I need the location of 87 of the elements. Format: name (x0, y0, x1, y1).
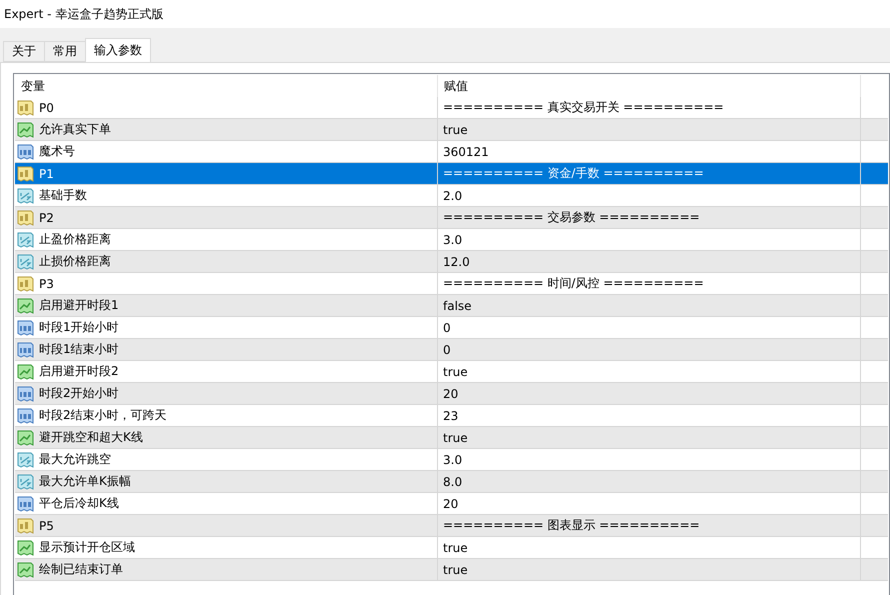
parameter-value: ========== 资金/手数 ========== (443, 165, 704, 182)
parameter-name: 时段2结束小时，可跨天 (39, 407, 167, 424)
parameter-name: 启用避开时段1 (39, 297, 119, 314)
table-row[interactable]: 魔术号 360121 (15, 141, 888, 163)
parameter-name: P2 (39, 210, 54, 224)
tab[interactable]: 关于 (3, 41, 45, 62)
parameter-name: P3 (39, 276, 54, 290)
parameter-name: 时段1结束小时 (39, 341, 119, 358)
parameter-name: 基础手数 (39, 187, 87, 204)
chart-type-icon (17, 364, 34, 380)
parameter-value: ========== 时间/风控 ========== (443, 275, 704, 292)
parameter-value: true (443, 562, 468, 576)
parameter-value: true (443, 430, 468, 444)
table-row[interactable]: 启用避开时段2 true (15, 361, 888, 383)
parameter-value: 3.0 (443, 232, 462, 246)
fraction-type-icon (17, 188, 34, 204)
parameter-name: 时段2开始小时 (39, 385, 119, 402)
parameter-value: 12.0 (443, 254, 470, 268)
table-row[interactable]: 显示预计开仓区域 true (15, 537, 888, 559)
chart-type-icon (17, 430, 34, 446)
table-row[interactable]: P3 ========== 时间/风控 ========== (15, 273, 888, 295)
chart-type-icon (17, 540, 34, 556)
fraction-type-icon (17, 232, 34, 248)
table-row[interactable]: 最大允许单K振幅 8.0 (15, 471, 888, 493)
parameter-value: ========== 交易参数 ========== (443, 209, 700, 226)
table-row[interactable]: 允许真实下单 true (15, 119, 888, 141)
parameter-name: 绘制已结束订单 (39, 561, 123, 578)
number-type-icon (17, 496, 34, 512)
parameter-name: P0 (39, 100, 54, 114)
parameter-value: 20 (443, 496, 458, 510)
parameter-value: 360121 (443, 144, 489, 158)
number-type-icon (17, 408, 34, 424)
number-type-icon (17, 144, 34, 160)
parameter-name: 时段1开始小时 (39, 319, 119, 336)
parameter-value: 2.0 (443, 188, 462, 202)
parameter-value: 3.0 (443, 452, 462, 466)
parameter-value: 8.0 (443, 474, 462, 488)
parameter-name: 最大允许单K振幅 (39, 473, 131, 490)
parameter-name: 启用避开时段2 (39, 363, 119, 380)
parameter-name: 显示预计开仓区域 (39, 539, 135, 556)
parameter-name: 允许真实下单 (39, 121, 111, 138)
fraction-type-icon (17, 254, 34, 270)
parameter-name: P5 (39, 518, 54, 532)
table-row[interactable]: 时段1结束小时 0 (15, 339, 888, 361)
fraction-type-icon (17, 474, 34, 490)
table-row[interactable]: 止盈价格距离 3.0 (15, 229, 888, 251)
parameter-value: 23 (443, 408, 458, 422)
window-title: Expert - 幸运盒子趋势正式版 (4, 6, 164, 22)
parameter-value: 20 (443, 386, 458, 400)
fraction-type-icon (17, 452, 34, 468)
table-row[interactable]: 启用避开时段1 false (15, 295, 888, 317)
parameter-name: 避开跳空和超大K线 (39, 429, 143, 446)
table-row[interactable]: P2 ========== 交易参数 ========== (15, 207, 888, 229)
number-type-icon (17, 320, 34, 336)
parameter-value: 0 (443, 320, 451, 334)
number-type-icon (17, 386, 34, 402)
chart-type-icon (17, 298, 34, 314)
chart-type-icon (17, 562, 34, 578)
parameter-value: true (443, 540, 468, 554)
tab[interactable]: 常用 (44, 41, 86, 62)
chart-type-icon (17, 122, 34, 138)
table-row[interactable]: 时段2结束小时，可跨天 23 (15, 405, 888, 427)
table-row[interactable]: 基础手数 2.0 (15, 185, 888, 207)
parameter-name: 平仓后冷却K线 (39, 495, 119, 512)
parameter-name: 魔术号 (39, 143, 75, 160)
parameter-name: 止盈价格距离 (39, 231, 111, 248)
parameter-value: 0 (443, 342, 451, 356)
table-row[interactable]: P1 ========== 资金/手数 ========== (15, 163, 888, 185)
table-row[interactable]: 止损价格距离 12.0 (15, 251, 888, 273)
table-row[interactable]: P5 ========== 图表显示 ========== (15, 515, 888, 537)
parameter-name: 最大允许跳空 (39, 451, 111, 468)
parameter-name: P1 (39, 166, 54, 180)
table-row[interactable]: 平仓后冷却K线 20 (15, 493, 888, 515)
table-row[interactable]: 绘制已结束订单 true (15, 559, 888, 581)
table-row[interactable]: P0 ========== 真实交易开关 ========== (15, 97, 888, 119)
table-row[interactable]: 时段2开始小时 20 (15, 383, 888, 405)
parameter-value: ========== 真实交易开关 ========== (443, 99, 724, 116)
parameter-name: 止损价格距离 (39, 253, 111, 270)
number-type-icon (17, 342, 34, 358)
parameter-value: true (443, 122, 468, 136)
parameter-value: ========== 图表显示 ========== (443, 517, 700, 534)
tab[interactable]: 输入参数 (85, 38, 151, 62)
table-row[interactable]: 最大允许跳空 3.0 (15, 449, 888, 471)
parameter-value: true (443, 364, 468, 378)
table-row[interactable]: 时段1开始小时 0 (15, 317, 888, 339)
parameter-value: false (443, 298, 472, 312)
table-row[interactable]: 避开跳空和超大K线 true (15, 427, 888, 449)
